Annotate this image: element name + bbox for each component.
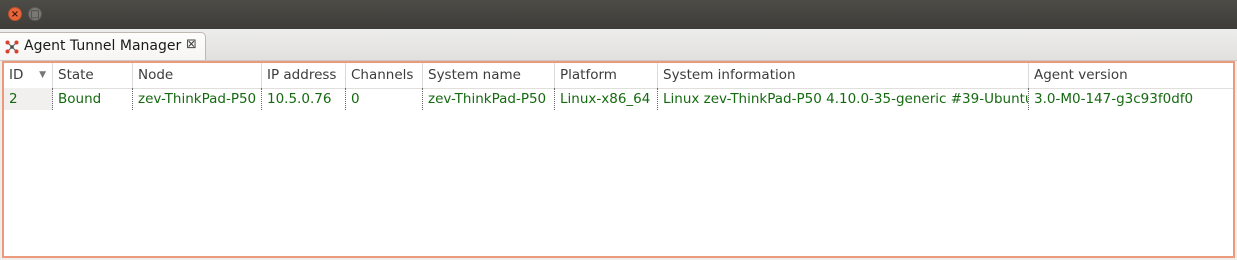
cell-platform: Linux-x86_64 — [555, 88, 658, 110]
view-tab-bar: Agent Tunnel Manager ⊠ ▼ — [0, 29, 1237, 81]
window-close-button[interactable]: × — [8, 7, 22, 21]
cell-id: 2 — [4, 88, 53, 110]
cell-channels: 0 — [346, 88, 423, 110]
agent-table: ID ▼ State Node IP address Channels Syst… — [2, 61, 1235, 258]
window-titlebar: × □ — [0, 0, 1237, 29]
table-row[interactable]: 2 Bound zev-ThinkPad-P50 10.5.0.76 0 zev… — [4, 88, 1233, 110]
cell-state: Bound — [53, 88, 133, 110]
column-header-node[interactable]: Node — [133, 63, 262, 88]
tab-label: Agent Tunnel Manager — [24, 38, 182, 54]
cell-system-information: Linux zev-ThinkPad-P50 4.10.0-35-generic… — [658, 88, 1029, 110]
tab-agent-tunnel-manager[interactable]: Agent Tunnel Manager ⊠ — [0, 32, 206, 60]
cell-system-name: zev-ThinkPad-P50 — [423, 88, 555, 110]
column-header-state[interactable]: State — [53, 63, 133, 88]
window-maximize-button[interactable]: □ — [28, 7, 42, 21]
tab-close-icon[interactable]: ⊠ — [186, 37, 197, 52]
tunnel-network-icon — [5, 40, 19, 54]
column-header-id[interactable]: ID ▼ — [4, 63, 53, 88]
cell-agent-version: 3.0-M0-147-g3c93f0df0 — [1034, 91, 1194, 107]
column-header-system-information[interactable]: System information — [658, 63, 1029, 88]
column-header-platform[interactable]: Platform — [555, 63, 658, 88]
column-header-system-name[interactable]: System name — [423, 63, 555, 88]
sort-descending-icon: ▼ — [39, 70, 46, 80]
column-header-ip-address[interactable]: IP address — [262, 63, 346, 88]
cell-ip-address: 10.5.0.76 — [262, 88, 346, 110]
column-label: ID — [9, 67, 24, 83]
cell-node: zev-ThinkPad-P50 — [133, 88, 262, 110]
column-header-agent-version[interactable]: Agent version — [1029, 63, 1233, 88]
column-header-channels[interactable]: Channels — [346, 63, 423, 88]
table-header: ID ▼ State Node IP address Channels Syst… — [4, 63, 1233, 89]
